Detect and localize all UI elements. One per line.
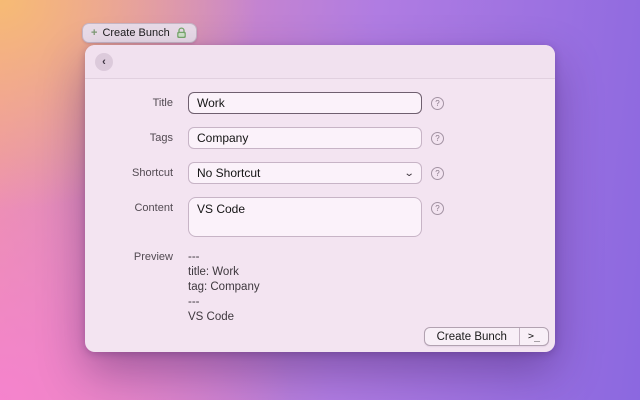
- preview-text: --- title: Work tag: Company --- VS Code: [188, 250, 260, 325]
- content-help-icon[interactable]: ?: [431, 202, 444, 215]
- plus-icon: +: [91, 26, 98, 39]
- preview-line: ---: [188, 251, 200, 263]
- create-bunch-tab[interactable]: + Create Bunch: [82, 23, 197, 43]
- footer-button-group: Create Bunch >_: [423, 327, 549, 346]
- back-button[interactable]: ‹: [95, 52, 113, 71]
- preview-line: tag: Company: [188, 281, 260, 293]
- tab-label: Create Bunch: [102, 27, 170, 39]
- tags-input[interactable]: Company: [188, 127, 422, 149]
- preview-section: Preview --- title: Work tag: Company ---…: [85, 250, 555, 325]
- content-textarea[interactable]: VS Code: [188, 197, 422, 237]
- window-header: ‹: [85, 45, 555, 79]
- terminal-prompt-icon: >_: [527, 331, 540, 342]
- create-bunch-button[interactable]: Create Bunch: [425, 328, 519, 345]
- shortcut-help-icon[interactable]: ?: [431, 166, 444, 180]
- create-bunch-form: Title Work ? Tags Company ? Shortcut No …: [85, 79, 555, 325]
- preview-label: Preview: [133, 251, 173, 263]
- title-label: Title: [152, 97, 173, 109]
- tags-label: Tags: [149, 132, 173, 144]
- desktop: { "background": { "corner_colors": { "to…: [0, 0, 640, 400]
- preview-line: VS Code: [188, 311, 235, 323]
- shortcut-label: Shortcut: [132, 167, 173, 179]
- chevron-down-icon: ⌄: [403, 167, 415, 179]
- shortcut-selected-value: No Shortcut: [197, 166, 261, 180]
- content-row: Content VS Code ?: [85, 197, 555, 237]
- preview-line: title: Work: [188, 266, 239, 278]
- preview-line: ---: [188, 296, 200, 308]
- tags-row: Tags Company ?: [85, 127, 555, 149]
- title-input[interactable]: Work: [188, 92, 422, 114]
- lock-icon: [175, 27, 188, 39]
- create-bunch-window: ‹ Title Work ? Tags Company ? Shortcut N…: [85, 45, 555, 352]
- content-label: Content: [134, 202, 173, 214]
- tags-help-icon[interactable]: ?: [431, 131, 444, 145]
- terminal-button[interactable]: >_: [518, 328, 548, 345]
- title-row: Title Work ?: [85, 92, 555, 114]
- title-help-icon[interactable]: ?: [431, 96, 444, 110]
- shortcut-row: Shortcut No Shortcut ⌄ ?: [85, 162, 555, 184]
- shortcut-select[interactable]: No Shortcut ⌄: [188, 162, 422, 184]
